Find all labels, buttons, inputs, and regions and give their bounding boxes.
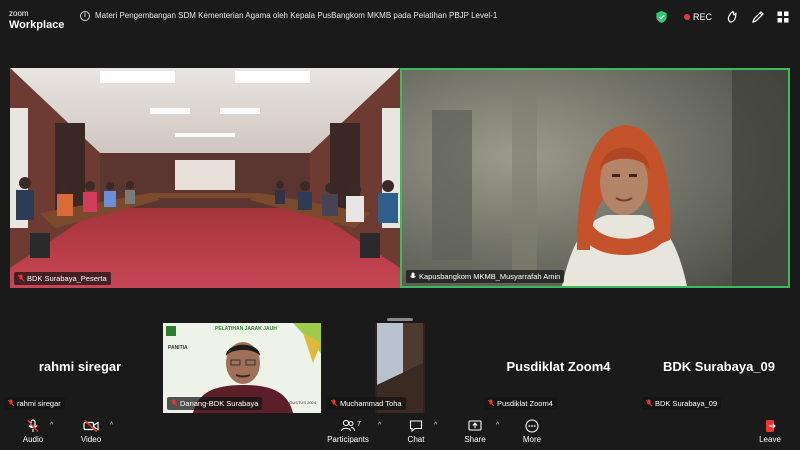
- speaker-name-tag: Kapusbangkom MKMB_Musyarrafah Amin: [406, 270, 565, 283]
- participant-display-name: rahmi siregar: [38, 359, 122, 374]
- participant-display-name: Pusdiklat Zoom4: [506, 359, 611, 374]
- chat-icon: [409, 420, 423, 433]
- participants-icon: [340, 419, 355, 432]
- audio-button[interactable]: Audio: [20, 419, 46, 444]
- meeting-info-icon[interactable]: i: [80, 11, 90, 21]
- wave-hand-icon[interactable]: [725, 10, 739, 24]
- mic-muted-icon: [170, 399, 178, 407]
- slide-subtitle: PANITIA: [168, 345, 188, 351]
- gallery-view-icon[interactable]: [776, 10, 790, 24]
- chat-label: Chat: [407, 435, 425, 444]
- audio-options-chevron-icon[interactable]: ^: [50, 422, 53, 429]
- speaker-name: Kapusbangkom MKMB_Musyarrafah Amin: [419, 272, 561, 281]
- participant-name-tag: BDK Surabaya_09: [642, 397, 722, 410]
- share-options-chevron-icon[interactable]: ^: [496, 422, 499, 429]
- shield-icon[interactable]: [656, 11, 667, 23]
- mic-muted-icon: [330, 399, 338, 407]
- participant-name: rahmi siregar: [17, 399, 61, 408]
- video-options-chevron-icon[interactable]: ^: [110, 422, 113, 429]
- mic-muted-icon: [27, 419, 39, 433]
- video-button[interactable]: Video: [78, 419, 104, 444]
- recording-dot-icon: [684, 14, 690, 20]
- chat-button[interactable]: Chat: [403, 419, 429, 444]
- mic-muted-icon: [17, 274, 25, 282]
- room-name: BDK Surabaya_Peserta: [27, 274, 107, 283]
- share-screen-icon: [468, 420, 482, 431]
- gallery-tile-4[interactable]: Pusdiklat Zoom4 Pusdiklat Zoom4: [480, 323, 637, 413]
- chat-options-chevron-icon[interactable]: ^: [434, 422, 437, 429]
- share-button[interactable]: Share: [461, 419, 489, 444]
- leave-door-icon: [766, 420, 776, 432]
- gallery-tile-2[interactable]: PELATIHAN JARAK JAUH PANITIA AGUSTUS 202…: [163, 323, 321, 413]
- participant-name: Pusdiklat Zoom4: [497, 399, 553, 408]
- meeting-title: Materi Pengembangan SDM Kementerian Agam…: [95, 11, 498, 20]
- video-tile-active-speaker[interactable]: Kapusbangkom MKMB_Musyarrafah Amin: [400, 68, 790, 288]
- slide-date: AGUSTUS 2024: [286, 400, 316, 405]
- annotate-pen-icon[interactable]: [751, 10, 765, 24]
- participant-display-name: BDK Surabaya_09: [663, 359, 775, 374]
- participant-name: Muchammad Toha: [340, 399, 402, 408]
- video-label: Video: [80, 435, 102, 444]
- top-bar: zoom Workplace i Materi Pengembangan SDM…: [0, 0, 800, 34]
- audio-label: Audio: [22, 435, 44, 444]
- brand-line-2: Workplace: [9, 19, 65, 31]
- participants-label: Participants: [327, 435, 369, 444]
- more-label: More: [522, 435, 542, 444]
- camera-off-icon: [83, 419, 99, 433]
- participant-name: BDK Surabaya_09: [655, 399, 718, 408]
- gallery-tile-3[interactable]: Muchammad Toha: [323, 323, 478, 413]
- gallery-tile-1[interactable]: rahmi siregar rahmi siregar: [0, 323, 160, 413]
- speaker-video-feed: [402, 70, 788, 286]
- recording-indicator[interactable]: REC: [684, 12, 712, 22]
- mic-muted-icon: [7, 399, 15, 407]
- zoom-workplace-logo: zoom Workplace: [9, 9, 65, 31]
- leave-label: Leave: [759, 435, 781, 444]
- slide-title: PELATIHAN JARAK JAUH: [215, 326, 277, 332]
- video-tile-room[interactable]: BDK Surabaya_Peserta: [10, 68, 400, 288]
- mic-active-icon: [410, 272, 416, 279]
- leave-button[interactable]: Leave: [757, 419, 783, 444]
- participants-options-chevron-icon[interactable]: ^: [378, 422, 381, 429]
- participants-count: 7: [357, 421, 361, 428]
- more-options-icon: [525, 419, 539, 433]
- rec-label: REC: [693, 12, 713, 22]
- participant-name-tag: rahmi siregar: [4, 397, 65, 410]
- participants-button[interactable]: Participants: [327, 419, 369, 444]
- mic-muted-icon: [487, 399, 495, 407]
- meeting-controls-bar: Audio ^ Video ^ Participants 7 ^ Chat ^: [0, 414, 800, 450]
- more-button[interactable]: More: [520, 419, 544, 444]
- gallery-resize-handle[interactable]: [387, 318, 413, 321]
- share-label: Share: [464, 435, 486, 444]
- room-video-feed: [10, 68, 400, 288]
- participant-name-tag: Danang-BDK Surabaya: [167, 397, 263, 410]
- mic-muted-icon: [645, 399, 653, 407]
- participant-name: Danang-BDK Surabaya: [180, 399, 259, 408]
- participant-name-tag: Pusdiklat Zoom4: [484, 397, 557, 410]
- brand-line-1: zoom: [9, 9, 29, 18]
- gallery-tile-5[interactable]: BDK Surabaya_09 BDK Surabaya_09: [638, 323, 800, 413]
- room-name-tag: BDK Surabaya_Peserta: [14, 272, 111, 285]
- participant-name-tag: Muchammad Toha: [327, 397, 406, 410]
